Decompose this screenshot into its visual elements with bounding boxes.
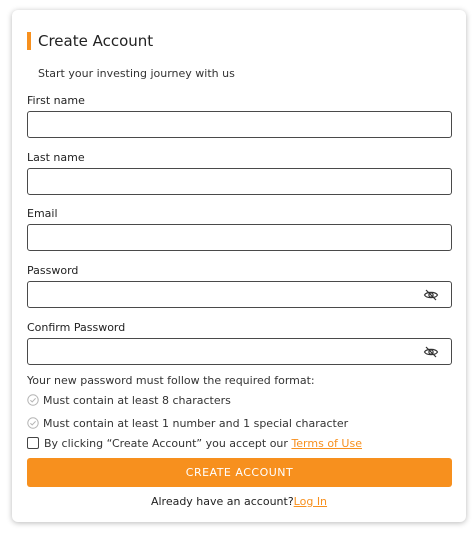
signup-card: Create Account Start your investing jour… — [12, 10, 466, 522]
terms-checkbox[interactable] — [27, 437, 39, 449]
password-rule-text: Must contain at least 1 number and 1 spe… — [43, 416, 349, 430]
page-title: Create Account — [38, 32, 154, 50]
eye-slash-icon[interactable] — [423, 287, 439, 303]
first-name-input[interactable] — [27, 111, 452, 138]
login-prompt: Already have an account? — [150, 495, 294, 508]
email-label: Email — [27, 207, 58, 220]
password-label: Password — [27, 264, 79, 277]
page-subtitle: Start your investing journey with us — [38, 67, 235, 80]
last-name-input[interactable] — [27, 168, 452, 195]
eye-slash-icon[interactable] — [423, 344, 439, 360]
terms-text-prefix: By clicking “Create Account” you accept … — [44, 436, 292, 450]
terms-text: By clicking “Create Account” you accept … — [44, 437, 362, 450]
terms-of-use-link[interactable]: Terms of Use — [291, 437, 362, 450]
last-name-label: Last name — [27, 151, 85, 164]
confirm-password-input[interactable] — [27, 338, 452, 365]
password-rule: Must contain at least 1 number and 1 spe… — [27, 416, 348, 430]
title-accent-bar — [27, 32, 31, 50]
password-rule-text: Must contain at least 8 characters — [43, 393, 231, 407]
check-circle-icon — [27, 394, 39, 406]
create-account-button[interactable]: CREATE ACCOUNT — [27, 458, 452, 487]
terms-row: By clicking “Create Account” you accept … — [27, 436, 362, 450]
login-row: Already have an account?Log In — [12, 495, 466, 508]
password-rule: Must contain at least 8 characters — [27, 393, 231, 407]
check-circle-icon — [27, 417, 39, 429]
confirm-password-label: Confirm Password — [27, 321, 126, 334]
password-input[interactable] — [27, 281, 452, 308]
password-format-note: Your new password must follow the requir… — [27, 374, 315, 387]
email-input[interactable] — [27, 224, 452, 251]
first-name-label: First name — [27, 94, 85, 107]
log-in-link[interactable]: Log In — [294, 495, 327, 508]
title-row: Create Account — [27, 32, 153, 50]
